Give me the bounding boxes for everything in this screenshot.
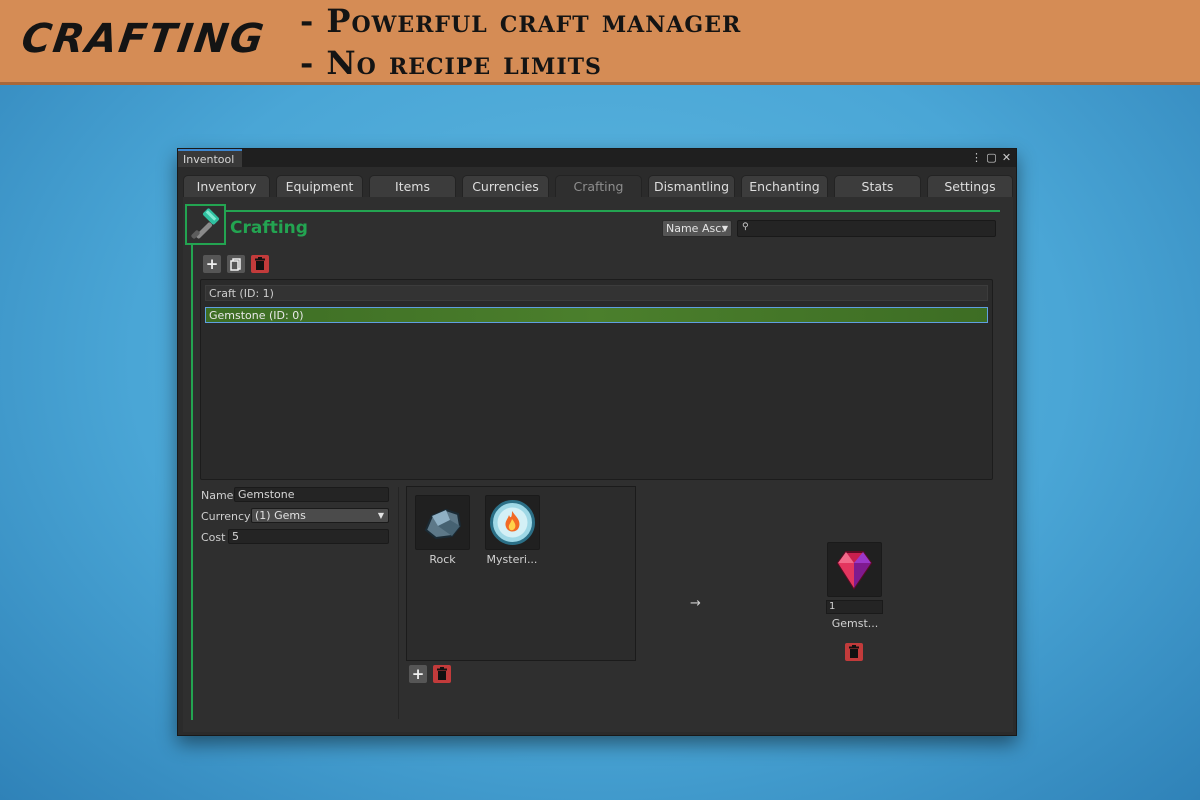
trash-icon [437,667,447,680]
sort-dropdown-label: Name Asc. [666,222,725,235]
delete-result-button[interactable] [845,643,863,661]
tab-crafting[interactable]: Crafting [555,175,642,197]
chevron-down-icon: ▼ [377,511,384,520]
maximize-icon[interactable]: ▢ [986,149,997,167]
promo-banner: CRAFTING - Powerful craft manager - No r… [0,0,1200,85]
duplicate-icon [230,258,241,271]
window-controls: ⋮ ▢ ✕ [971,149,1012,167]
add-recipe-button[interactable]: + [203,255,221,273]
delete-ingredient-button[interactable] [433,665,451,683]
result-slot-gemstone[interactable] [827,542,882,597]
kebab-menu-icon[interactable]: ⋮ [971,149,982,167]
tab-dismantling[interactable]: Dismantling [648,175,735,197]
banner-title: CRAFTING [18,16,269,62]
section-divider [191,210,1000,212]
ingredient-label: Mysteri... [486,553,538,566]
tab-items[interactable]: Items [369,175,456,197]
search-icon: ⚲ [742,222,749,232]
window-tab[interactable]: Inventool [178,149,242,167]
banner-feature-1: - Powerful craft manager [300,2,742,40]
ingredient-slot-rock[interactable] [415,495,470,550]
delete-recipe-button[interactable] [251,255,269,273]
close-icon[interactable]: ✕ [1001,149,1012,167]
section-icon-box [185,204,226,245]
add-ingredient-button[interactable]: + [409,665,427,683]
sort-dropdown[interactable]: Name Asc. ▼ [662,220,732,237]
tab-stats[interactable]: Stats [834,175,921,197]
list-item[interactable]: Craft (ID: 1) [205,285,988,301]
window-titlebar: Inventool ⋮ ▢ ✕ [178,149,1016,167]
ingredient-slot-mystery[interactable] [485,495,540,550]
tab-enchanting[interactable]: Enchanting [741,175,828,197]
tab-equipment[interactable]: Equipment [276,175,363,197]
chevron-down-icon: ▼ [721,224,728,233]
tab-inventory[interactable]: Inventory [183,175,270,197]
result-label: Gemst... [831,617,879,630]
currency-dropdown[interactable]: (1) Gems ▼ [251,508,389,523]
rock-icon [424,508,462,540]
hammer-icon [191,208,220,239]
gem-icon [836,551,873,590]
trash-icon [849,645,859,658]
ingredient-label: Rock [429,553,456,566]
name-field[interactable]: Gemstone [234,487,389,502]
search-input[interactable]: ⚲ [737,220,996,237]
cost-label: Cost [201,531,226,544]
cost-field[interactable]: 5 [228,529,389,544]
list-item-selected[interactable]: Gemstone (ID: 0) [205,307,988,323]
panel-divider [398,487,399,719]
tab-currencies[interactable]: Currencies [462,175,549,197]
section-title: Crafting [230,218,308,238]
fire-orb-icon [490,500,535,545]
name-label: Name [201,489,234,502]
banner-feature-2: - No recipe limits [300,44,602,82]
tab-settings[interactable]: Settings [927,175,1013,197]
trash-icon [255,257,265,270]
duplicate-recipe-button[interactable] [227,255,245,273]
section-vertical-line [191,210,193,720]
arrow-right-icon: → [690,596,701,611]
currency-value: (1) Gems [255,509,306,522]
result-quantity-field[interactable]: 1 [826,600,883,614]
currency-label: Currency [201,510,251,523]
main-tabs: Inventory Equipment Items Currencies Cra… [183,175,1015,197]
